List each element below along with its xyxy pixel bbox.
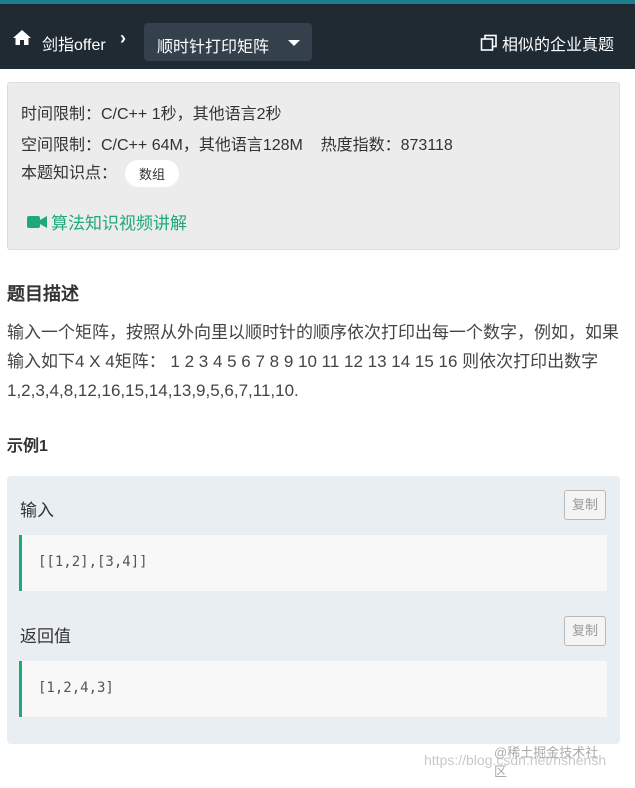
- copy-pages-icon: [480, 34, 497, 51]
- knowledge-label: 本题知识点：: [21, 165, 118, 182]
- problem-dropdown-label: 顺时针打印矩阵: [157, 39, 270, 56]
- video-camera-icon: [27, 215, 47, 228]
- caret-down-icon: [288, 40, 300, 46]
- output-code: [1,2,4,3]: [19, 661, 607, 717]
- tag-array[interactable]: 数组: [125, 160, 180, 188]
- space-limit-line: 空间限制：C/C++ 64M，其他语言128M 热度指数：873118: [21, 131, 453, 155]
- space-limit: 空间限制：C/C++ 64M，其他语言128M: [21, 137, 303, 154]
- top-nav-bar: 剑指offer › 顺时针打印矩阵 相似的企业真题: [0, 0, 635, 69]
- problem-dropdown[interactable]: 顺时针打印矩阵: [144, 23, 312, 61]
- input-label: 输入: [20, 501, 54, 520]
- watermark: @稀土掘金技术社区 https://blog.csdn.net/hshensh: [424, 745, 606, 779]
- problem-title: 题目描述: [7, 284, 79, 304]
- example-box: 输入 复制 [[1,2],[3,4]] 返回值 复制 [1,2,4,3]: [7, 476, 620, 744]
- example-title: 示例1: [7, 438, 48, 455]
- input-code: [[1,2],[3,4]]: [19, 535, 607, 591]
- breadcrumb-jianzhi-offer[interactable]: 剑指offer: [42, 31, 106, 55]
- watermark-site: @稀土掘金技术社区: [494, 745, 599, 779]
- breadcrumb-separator: ›: [120, 28, 126, 48]
- video-explanation-label: 算法知识视频讲解: [51, 214, 187, 233]
- copy-input-button[interactable]: 复制: [564, 490, 606, 520]
- copy-output-button[interactable]: 复制: [564, 616, 606, 646]
- similar-questions-link[interactable]: 相似的企业真题: [480, 31, 614, 55]
- problem-info-box: 时间限制：C/C++ 1秒，其他语言2秒 空间限制：C/C++ 64M，其他语言…: [7, 82, 620, 250]
- similar-questions-label: 相似的企业真题: [502, 37, 615, 54]
- home-icon[interactable]: [12, 28, 32, 48]
- output-label: 返回值: [20, 627, 71, 646]
- time-limit: 时间限制：C/C++ 1秒，其他语言2秒: [21, 106, 282, 123]
- heat-index: 热度指数：873118: [320, 137, 453, 154]
- video-explanation-link[interactable]: 算法知识视频讲解: [27, 209, 187, 234]
- problem-description: 输入一个矩阵，按照从外向里以顺时针的顺序依次打印出每一个数字，例如，如果输入如下…: [7, 323, 619, 400]
- knowledge-line: 本题知识点： 数组: [21, 159, 180, 188]
